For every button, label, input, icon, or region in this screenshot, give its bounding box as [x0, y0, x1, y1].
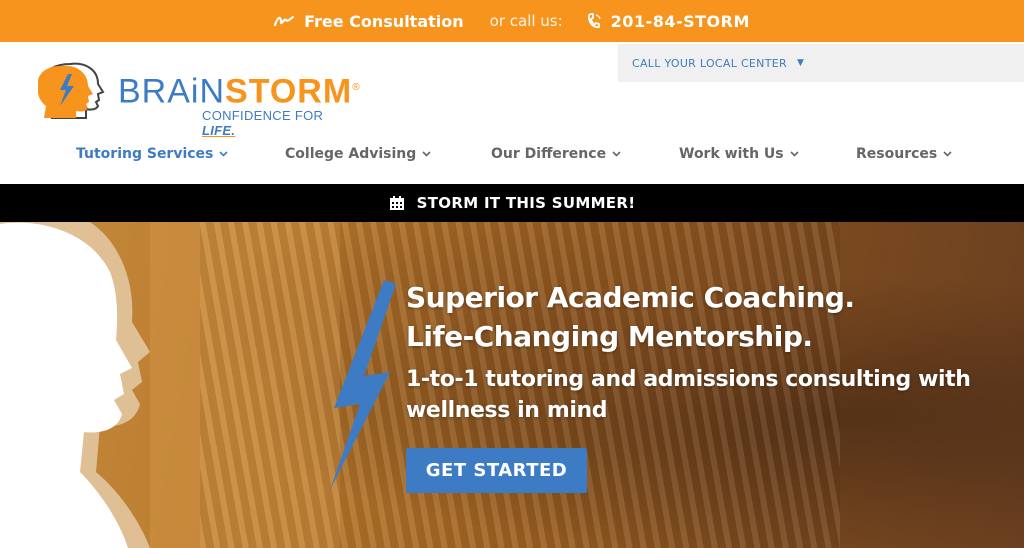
get-started-button[interactable]: GET STARTED	[406, 448, 587, 493]
brand-brain: BRAiN	[118, 72, 226, 111]
chevron-down-icon	[943, 151, 952, 157]
nav-item-label: Resources	[856, 146, 938, 162]
summer-promo-bar[interactable]: STORM IT THIS SUMMER!	[0, 184, 1024, 222]
head-silhouette-graphic	[0, 222, 150, 548]
brand-wordmark: BRAiNSTORM®	[118, 70, 361, 109]
nav-item-label: Work with Us	[679, 146, 784, 162]
hero-subtitle-line-2: wellness in mind	[406, 398, 608, 423]
call-us-label: or call us:	[489, 12, 563, 30]
free-consultation-label: Free Consultation	[304, 11, 464, 31]
hero-title-line-2: Life-Changing Mentorship.	[406, 320, 813, 353]
chevron-down-icon	[422, 151, 431, 157]
main-nav: Tutoring Services College Advising Our D…	[0, 146, 1024, 174]
registered-mark: ®	[352, 82, 361, 93]
local-center-dropdown[interactable]: CALL YOUR LOCAL CENTER ▼	[618, 44, 1024, 82]
top-bar: Free Consultation or call us: 201-84-STO…	[0, 0, 1024, 42]
brainstorm-logo[interactable]: BRAiNSTORM® CONFIDENCE FOR LIFE.	[38, 60, 361, 138]
nav-item-work-with-us[interactable]: Work with Us	[679, 146, 799, 162]
chevron-down-icon: ▼	[796, 58, 805, 68]
chevron-down-icon	[612, 151, 621, 157]
promo-label: STORM IT THIS SUMMER!	[416, 194, 636, 212]
signature-icon	[274, 15, 295, 27]
hero-section: Superior Academic Coaching. Life-Changin…	[0, 222, 1024, 548]
nav-item-label: Tutoring Services	[76, 146, 214, 162]
tagline-text: CONFIDENCE FOR	[202, 108, 324, 123]
hero-text-block: Superior Academic Coaching. Life-Changin…	[406, 278, 1016, 426]
nav-item-resources[interactable]: Resources	[856, 146, 952, 162]
heads-logo-icon	[38, 62, 105, 119]
nav-item-tutoring-services[interactable]: Tutoring Services	[76, 146, 228, 162]
tagline-life: LIFE.	[202, 123, 236, 138]
lightning-bolt-graphic	[330, 280, 396, 490]
site-header: BRAiNSTORM® CONFIDENCE FOR LIFE. CALL YO…	[0, 42, 1024, 184]
chevron-down-icon	[790, 151, 799, 157]
brand-tagline: CONFIDENCE FOR LIFE.	[202, 108, 358, 138]
brand-storm: STORM	[225, 72, 353, 111]
nav-item-label: Our Difference	[491, 146, 607, 162]
chevron-down-icon	[219, 151, 228, 157]
calendar-icon	[389, 196, 404, 210]
nav-item-label: College Advising	[285, 146, 417, 162]
nav-item-our-difference[interactable]: Our Difference	[491, 146, 621, 162]
free-consultation-link[interactable]: Free Consultation	[274, 12, 464, 31]
phone-icon	[587, 13, 601, 28]
phone-number: 201-84-STORM	[610, 11, 750, 31]
hero-subtitle: 1-to-1 tutoring and admissions consultin…	[406, 364, 1016, 426]
local-center-label: CALL YOUR LOCAL CENTER	[632, 56, 787, 70]
hero-title: Superior Academic Coaching. Life-Changin…	[406, 278, 1016, 356]
phone-link[interactable]: 201-84-STORM	[587, 12, 750, 31]
hero-title-line-1: Superior Academic Coaching.	[406, 281, 855, 314]
nav-item-college-advising[interactable]: College Advising	[285, 146, 431, 162]
hero-subtitle-line-1: 1-to-1 tutoring and admissions consultin…	[406, 367, 971, 392]
